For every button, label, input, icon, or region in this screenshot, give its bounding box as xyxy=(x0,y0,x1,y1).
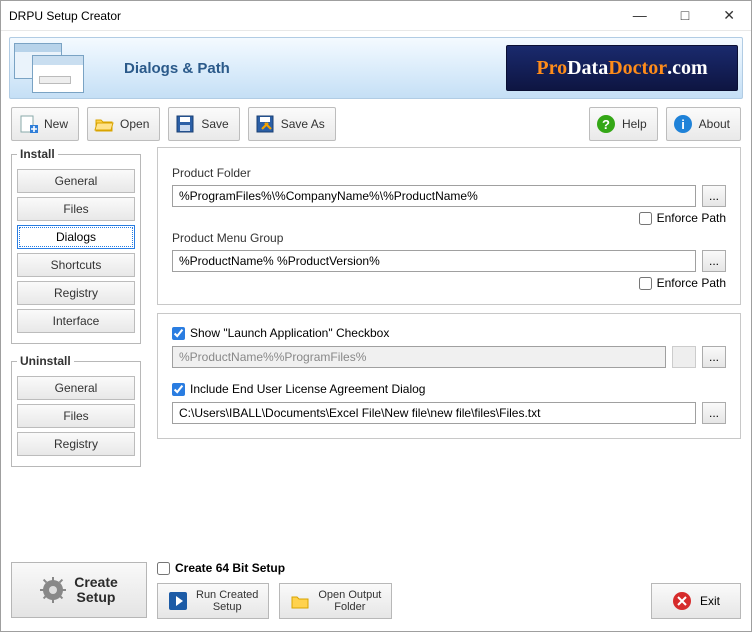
minimize-button[interactable]: — xyxy=(625,5,655,26)
info-icon: i xyxy=(673,114,693,134)
open-output-folder-button[interactable]: Open Output Folder xyxy=(279,583,392,619)
create-setup-label: Create Setup xyxy=(74,575,118,606)
install-group: Install General Files Dialogs Shortcuts … xyxy=(11,147,141,344)
product-folder-input[interactable] xyxy=(172,185,696,207)
page-title: Dialogs & Path xyxy=(124,60,230,77)
sidebar-install-shortcuts[interactable]: Shortcuts xyxy=(17,253,135,277)
product-menu-label: Product Menu Group xyxy=(172,231,726,245)
help-icon: ? xyxy=(596,114,616,134)
enforce-path-1[interactable]: Enforce Path xyxy=(639,211,726,225)
product-folder-browse[interactable]: ... xyxy=(702,185,726,207)
launch-app-input[interactable] xyxy=(172,346,666,368)
new-file-icon xyxy=(18,114,38,134)
launch-app-disabled xyxy=(672,346,696,368)
install-title: Install xyxy=(17,147,58,161)
exit-button[interactable]: Exit xyxy=(651,583,741,619)
run-created-setup-button[interactable]: Run Created Setup xyxy=(157,583,269,619)
body: Install General Files Dialogs Shortcuts … xyxy=(1,147,751,555)
sidebar-uninstall-registry[interactable]: Registry xyxy=(17,432,135,456)
save-icon xyxy=(175,114,195,134)
saveas-icon xyxy=(255,114,275,134)
sidebar-install-interface[interactable]: Interface xyxy=(17,309,135,333)
show-launch-checkbox[interactable]: Show "Launch Application" Checkbox xyxy=(172,326,726,340)
help-button[interactable]: ? Help xyxy=(589,107,658,141)
saveas-button[interactable]: Save As xyxy=(248,107,336,141)
help-label: Help xyxy=(622,117,647,131)
titlebar: DRPU Setup Creator — □ ✕ xyxy=(1,1,751,31)
product-menu-browse[interactable]: ... xyxy=(702,250,726,272)
sidebar-install-dialogs[interactable]: Dialogs xyxy=(17,225,135,249)
launch-app-browse[interactable]: ... xyxy=(702,346,726,368)
folder-icon xyxy=(290,591,310,611)
window-title: DRPU Setup Creator xyxy=(9,9,121,23)
save-label: Save xyxy=(201,117,228,131)
svg-text:?: ? xyxy=(602,117,610,132)
toolbar: New Open Save Save As ? Help i About xyxy=(1,103,751,147)
options-panel: Show "Launch Application" Checkbox ... I… xyxy=(157,313,741,439)
footer-right: Create 64 Bit Setup Run Created Setup Op… xyxy=(157,561,741,619)
close-icon xyxy=(672,591,692,611)
include-eula-checkbox[interactable]: Include End User License Agreement Dialo… xyxy=(172,382,726,396)
gear-icon xyxy=(40,577,66,603)
uninstall-group: Uninstall General Files Registry xyxy=(11,354,141,467)
app-window: DRPU Setup Creator — □ ✕ Dialogs & Path … xyxy=(0,0,752,632)
window-controls: — □ ✕ xyxy=(625,5,743,26)
save-button[interactable]: Save xyxy=(168,107,239,141)
sidebar-uninstall-general[interactable]: General xyxy=(17,376,135,400)
eula-browse[interactable]: ... xyxy=(702,402,726,424)
new-label: New xyxy=(44,117,68,131)
create-setup-button[interactable]: Create Setup xyxy=(11,562,147,618)
play-icon xyxy=(168,591,188,611)
product-folder-label: Product Folder xyxy=(172,166,726,180)
sidebar-install-files[interactable]: Files xyxy=(17,197,135,221)
folder-open-icon xyxy=(94,114,114,134)
eula-path-input[interactable] xyxy=(172,402,696,424)
about-button[interactable]: i About xyxy=(666,107,741,141)
dialogs-icon xyxy=(14,43,84,93)
new-button[interactable]: New xyxy=(11,107,79,141)
footer: Create Setup Create 64 Bit Setup Run Cre… xyxy=(1,555,751,631)
svg-text:i: i xyxy=(681,117,685,132)
sidebar-install-general[interactable]: General xyxy=(17,169,135,193)
enforce-path-2[interactable]: Enforce Path xyxy=(639,276,726,290)
open-button[interactable]: Open xyxy=(87,107,160,141)
header: Dialogs & Path ProDataDoctor.com xyxy=(9,37,743,99)
uninstall-title: Uninstall xyxy=(17,354,74,368)
about-label: About xyxy=(699,117,730,131)
product-panel: Product Folder ... Enforce Path Product … xyxy=(157,147,741,305)
maximize-button[interactable]: □ xyxy=(673,5,697,26)
sidebar: Install General Files Dialogs Shortcuts … xyxy=(11,147,141,549)
saveas-label: Save As xyxy=(281,117,325,131)
sidebar-install-registry[interactable]: Registry xyxy=(17,281,135,305)
sidebar-uninstall-files[interactable]: Files xyxy=(17,404,135,428)
open-label: Open xyxy=(120,117,149,131)
main-panels: Product Folder ... Enforce Path Product … xyxy=(151,147,741,549)
close-button[interactable]: ✕ xyxy=(715,5,743,26)
product-menu-input[interactable] xyxy=(172,250,696,272)
create-64bit-checkbox[interactable]: Create 64 Bit Setup xyxy=(157,561,741,575)
brand-logo: ProDataDoctor.com xyxy=(506,45,738,91)
